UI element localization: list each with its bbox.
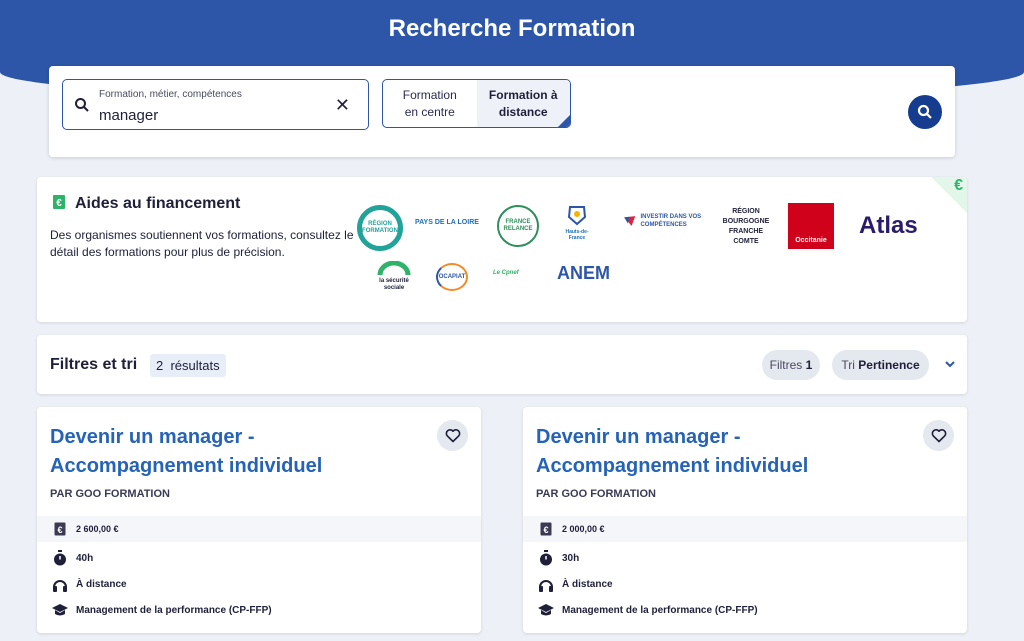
filters-bar: Filtres et tri 2 résultats Filtres 1 Tri… (37, 335, 967, 394)
heart-icon (931, 429, 946, 443)
arc-icon (377, 260, 411, 276)
svg-text:€: € (57, 525, 62, 535)
search-icon (917, 104, 932, 119)
provider-name: PAR GOO FORMATION (50, 488, 170, 500)
price-row: € 2 600,00 € (37, 516, 481, 542)
price-row: € 2 000,00 € (523, 516, 967, 542)
stopwatch-icon (54, 550, 66, 566)
euro-tag-icon: € (54, 522, 66, 536)
result-title[interactable]: Devenir un manager - Accompagnement indi… (536, 423, 906, 481)
euro-icon: € (954, 177, 963, 194)
search-button[interactable] (908, 95, 942, 129)
search-input[interactable]: manager (99, 107, 158, 124)
mode-option-a-distance[interactable]: Formation à distance (476, 80, 570, 127)
result-card[interactable]: Devenir un manager - Accompagnement indi… (523, 407, 967, 633)
provider-name: PAR GOO FORMATION (536, 488, 656, 500)
logo-cpnef: Le Cpnef (493, 270, 519, 276)
logo-investir-competences: INVESTIR DANS VOS COMPÉTENCES (623, 211, 707, 231)
logo-occitanie: Occitanie (788, 203, 834, 249)
region-shape-icon (567, 206, 587, 226)
logo-france-relance: FRANCE RELANCE (497, 205, 539, 247)
funding-title: Aides au financement (75, 195, 241, 212)
logo-ocapiat: OCAPIAT (436, 263, 468, 291)
certification-row: Management de la performance (CP-FFP) (523, 597, 967, 623)
headphones-icon (539, 579, 553, 592)
heart-icon (445, 429, 460, 443)
flag-icon (624, 216, 636, 226)
filters-button[interactable]: Filtres 1 (762, 350, 820, 380)
search-field[interactable]: Formation, métier, compétences manager ✕ (62, 79, 369, 130)
duration-row: 40h (37, 545, 481, 571)
mode-value: À distance (562, 578, 613, 590)
logo-anem: ANEM (557, 263, 610, 283)
svg-text:€: € (56, 198, 62, 209)
logo-atlas: Atlas (859, 212, 918, 239)
favorite-button[interactable] (923, 420, 954, 451)
mode-option-en-centre[interactable]: Formation en centre (383, 80, 477, 127)
mode-row: À distance (523, 571, 967, 597)
mode-value: À distance (76, 578, 127, 590)
logo-securite-sociale: la sécurité sociale (375, 260, 413, 292)
clear-icon[interactable]: ✕ (335, 95, 350, 116)
filters-title: Filtres et tri (50, 356, 138, 373)
funding-aid-panel: € Aides au financement Des organismes so… (37, 177, 967, 322)
duration-value: 30h (562, 552, 580, 564)
price-value: 2 600,00 € (76, 524, 119, 534)
search-icon (75, 98, 89, 112)
mode-row: À distance (37, 571, 481, 597)
results-count-badge: 2 résultats (150, 354, 226, 377)
favorite-button[interactable] (437, 420, 468, 451)
logo-hauts-de-france: Hauts-de-France (559, 203, 595, 241)
stopwatch-icon (540, 550, 552, 566)
search-label: Formation, métier, compétences (99, 89, 242, 100)
certification-value: Management de la performance (CP-FFP) (76, 604, 272, 616)
euro-tag-icon: € (540, 522, 552, 536)
search-panel: Formation, métier, compétences manager ✕… (49, 66, 955, 157)
certification-value: Management de la performance (CP-FFP) (562, 604, 758, 616)
graduation-cap-icon (538, 604, 554, 616)
euro-tag-icon: € (53, 195, 65, 209)
result-card[interactable]: Devenir un manager - Accompagnement indi… (37, 407, 481, 633)
graduation-cap-icon (52, 604, 68, 616)
result-title[interactable]: Devenir un manager - Accompagnement indi… (50, 423, 420, 481)
price-value: 2 000,00 € (562, 524, 605, 534)
duration-value: 40h (76, 552, 94, 564)
duration-row: 30h (523, 545, 967, 571)
page-title: Recherche Formation (388, 15, 636, 42)
certification-row: Management de la performance (CP-FFP) (37, 597, 481, 623)
chevron-down-icon[interactable] (943, 359, 957, 369)
logo-pays-de-la-loire: PAYS DE LA LOIRE (415, 219, 479, 226)
sort-button[interactable]: Tri Pertinence (832, 350, 929, 380)
logo-bourgogne-franche-comte: RÉGION BOURGOGNE FRANCHE COMTE (722, 208, 770, 245)
svg-text:€: € (543, 525, 548, 535)
training-mode-toggle: Formation en centre Formation à distance (382, 79, 571, 128)
funding-description: Des organismes soutiennent vos formation… (50, 228, 354, 259)
logo-region-formation: RÉGION FORMATION (357, 205, 403, 251)
headphones-icon (53, 579, 67, 592)
